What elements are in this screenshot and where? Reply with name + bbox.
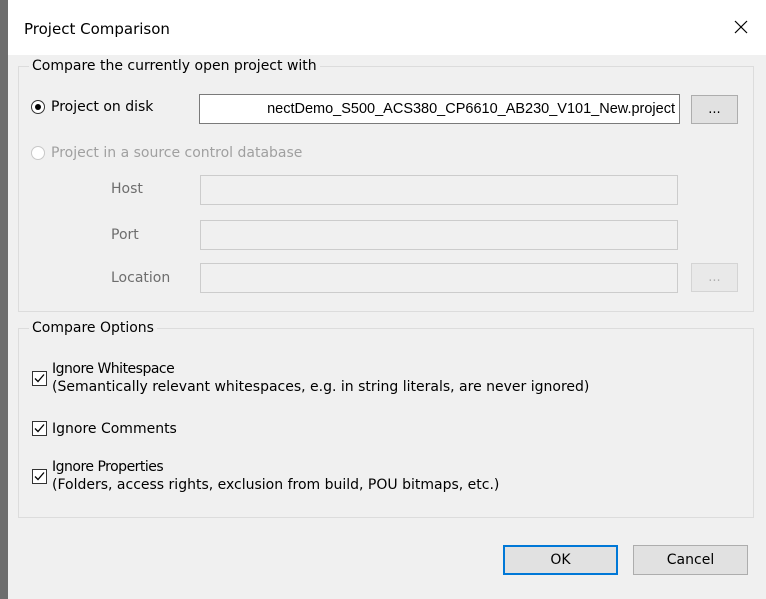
ignore-properties-label: Ignore Properties [52,459,164,475]
cancel-button[interactable]: Cancel [633,545,748,575]
location-label: Location [111,270,171,286]
ignore-comments-label: Ignore Comments [52,421,177,437]
project-on-disk-label: Project on disk [51,99,154,115]
radio-indicator [31,100,45,114]
checkbox-box [32,469,47,484]
close-button[interactable] [724,10,758,44]
port-label: Port [111,227,139,243]
checkmark-icon [34,424,45,433]
checkbox-box [32,421,47,436]
cancel-button-label: Cancel [666,552,715,568]
dialog-body: Compare the currently open project with … [8,55,766,599]
port-input[interactable] [200,220,678,250]
browse-project-button[interactable]: ... [691,95,738,124]
host-label: Host [111,181,143,197]
title-bar[interactable]: Project Comparison [8,0,766,55]
project-path-input[interactable]: nectDemo_S500_ACS380_CP6610_AB230_V101_N… [199,94,680,124]
browse-button-label: ... [708,102,721,117]
source-control-radio[interactable]: Project in a source control database [31,145,302,161]
project-on-disk-radio[interactable]: Project on disk [31,99,153,115]
radio-indicator [31,146,45,160]
compare-options-legend: Compare Options [32,320,154,336]
checkbox-box [32,371,47,386]
project-comparison-dialog: Project Comparison Compare the currently… [8,0,766,599]
checkmark-icon [34,472,45,481]
dialog-title: Project Comparison [24,20,170,38]
ignore-properties-hint: (Folders, access rights, exclusion from … [52,477,500,493]
window-left-edge [0,0,8,599]
close-icon [734,20,748,34]
browse-button-label: ... [708,270,721,285]
source-control-label: Project in a source control database [51,145,303,161]
ok-button[interactable]: OK [503,545,618,575]
ok-button-label: OK [550,552,571,568]
ignore-whitespace-hint: (Semantically relevant whitespaces, e.g.… [52,379,590,395]
checkmark-icon [34,374,45,383]
ignore-whitespace-checkbox[interactable]: Ignore Whitespace (Semantically relevant… [32,360,589,396]
browse-location-button[interactable]: ... [691,263,738,292]
location-input[interactable] [200,263,678,293]
ignore-properties-checkbox[interactable]: Ignore Properties (Folders, access right… [32,458,499,494]
ignore-whitespace-label: Ignore Whitespace [52,361,175,377]
project-path-value: nectDemo_S500_ACS380_CP6610_AB230_V101_N… [267,101,675,117]
host-input[interactable] [200,175,678,205]
compare-target-legend: Compare the currently open project with [32,58,317,74]
ignore-comments-checkbox[interactable]: Ignore Comments [32,420,177,438]
